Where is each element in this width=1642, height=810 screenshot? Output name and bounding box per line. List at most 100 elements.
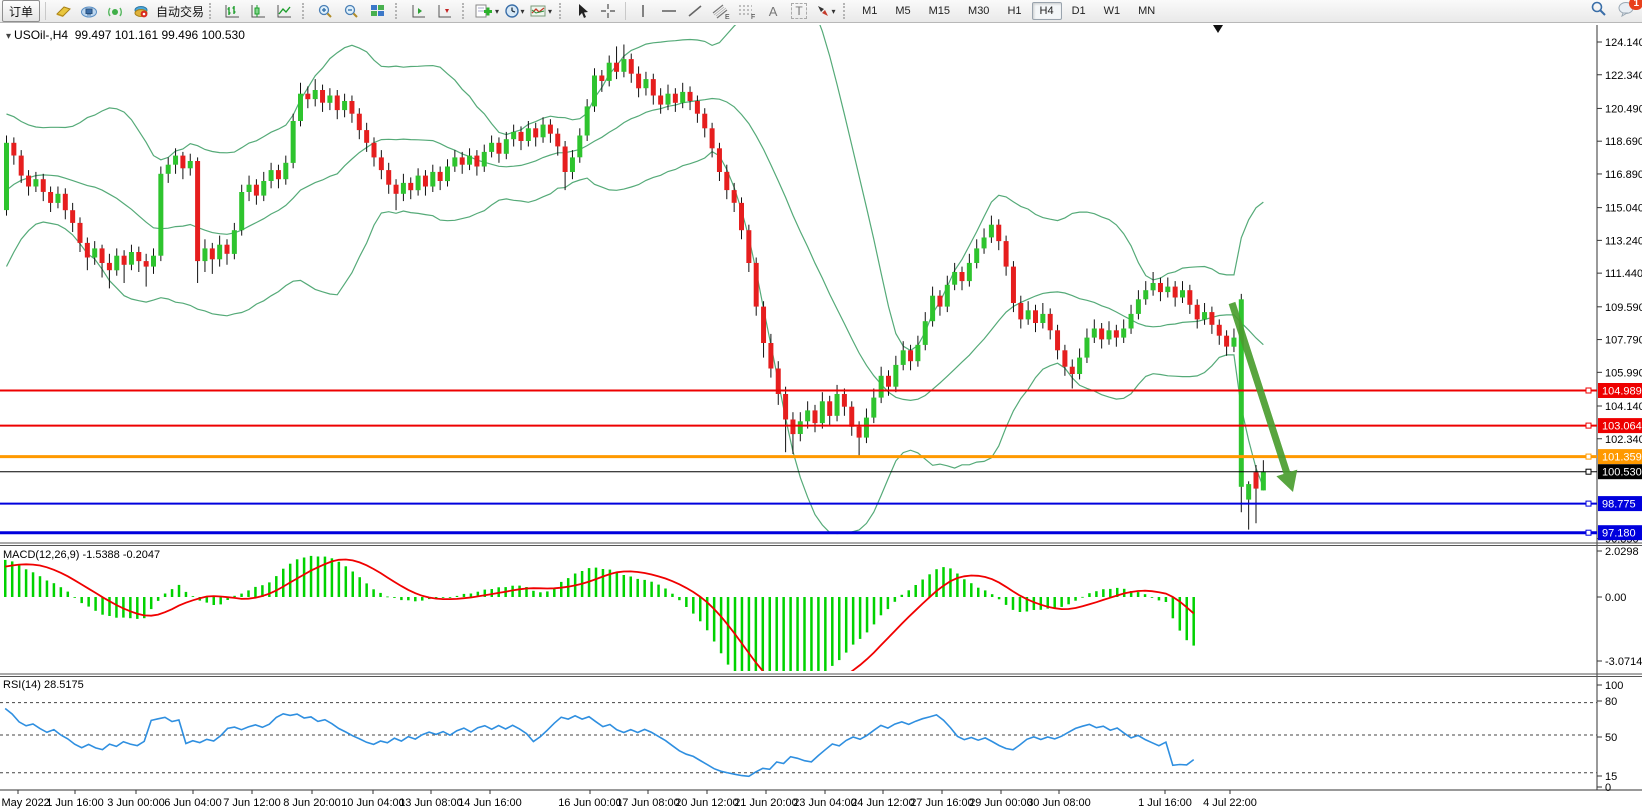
timeframe-button-h4[interactable]: H4 <box>1032 2 1062 20</box>
svg-text:0: 0 <box>1605 782 1611 794</box>
svg-text:24 Jun 12:00: 24 Jun 12:00 <box>851 797 915 809</box>
signal-icon[interactable] <box>103 0 127 22</box>
svg-text:115.040: 115.040 <box>1605 203 1642 215</box>
timeframe-button-m15[interactable]: M15 <box>921 2 958 20</box>
svg-text:100.530: 100.530 <box>1602 467 1642 479</box>
svg-text:118.690: 118.690 <box>1605 136 1642 148</box>
horizontal-line-icon[interactable] <box>657 0 681 22</box>
chart-ohlc-values: 99.497 101.161 99.496 100.530 <box>75 28 245 42</box>
fibonacci-icon[interactable]: F <box>735 0 759 22</box>
toolbar-grip <box>302 3 307 19</box>
timeframe-button-d1[interactable]: D1 <box>1064 2 1094 20</box>
chart-shift-marker[interactable] <box>1213 25 1223 33</box>
macd-signal-line <box>5 560 1194 694</box>
cloud-icon[interactable] <box>77 0 101 22</box>
svg-text:0.00: 0.00 <box>1605 592 1626 604</box>
macd-axis: 2.02980.00-3.0714 <box>1597 546 1642 668</box>
tile-windows-icon[interactable] <box>365 0 389 22</box>
autotrade-label[interactable]: 自动交易 <box>156 3 204 20</box>
svg-text:20 Jun 12:00: 20 Jun 12:00 <box>675 797 739 809</box>
crosshair-icon[interactable] <box>596 0 620 22</box>
macd-indicator-label: MACD(12,26,9) -1.5388 -0.2047 <box>3 549 160 561</box>
channel-sub-letter: E <box>725 14 730 20</box>
svg-text:30 Jun 08:00: 30 Jun 08:00 <box>1027 797 1091 809</box>
timeframe-button-h1[interactable]: H1 <box>999 2 1029 20</box>
rsi-levels <box>0 703 1597 773</box>
text-label-icon[interactable]: T <box>787 0 811 22</box>
svg-text:98.775: 98.775 <box>1602 499 1636 511</box>
chart-symbol-period: USOil-,H4 <box>14 28 68 42</box>
text-icon[interactable]: A <box>761 0 785 22</box>
auto-scroll-icon[interactable] <box>432 0 456 22</box>
autotrade-icon[interactable] <box>129 0 153 22</box>
svg-text:29 Jun 00:00: 29 Jun 00:00 <box>969 797 1033 809</box>
svg-text:104.140: 104.140 <box>1605 401 1642 413</box>
toolbar-grip <box>209 3 214 19</box>
svg-text:14 Jun 16:00: 14 Jun 16:00 <box>458 797 522 809</box>
svg-text:124.140: 124.140 <box>1605 37 1642 49</box>
chat-icon[interactable]: 1 <box>1618 1 1636 22</box>
chevron-down-icon: ▾ <box>495 7 499 16</box>
toolbar-grip <box>462 3 467 19</box>
templates-icon[interactable]: ▾ <box>528 0 553 22</box>
svg-text:107.790: 107.790 <box>1605 335 1642 347</box>
shapes-icon[interactable]: ▾ <box>813 0 837 22</box>
rsi-axis: 1008050150 <box>1597 680 1623 794</box>
svg-text:120.490: 120.490 <box>1605 103 1642 115</box>
chevron-down-icon: ▾ <box>832 7 836 16</box>
svg-text:103.064: 103.064 <box>1602 421 1642 433</box>
new-chart-icon[interactable]: ▾ <box>473 0 500 22</box>
zoom-in-icon[interactable] <box>313 0 337 22</box>
line-chart-icon[interactable] <box>272 0 296 22</box>
svg-text:102.340: 102.340 <box>1605 434 1642 446</box>
svg-text:97.180: 97.180 <box>1602 528 1636 540</box>
svg-text:80: 80 <box>1605 696 1617 708</box>
new-order-button[interactable]: 订单 <box>2 0 40 22</box>
svg-text:100: 100 <box>1605 680 1623 692</box>
main-toolbar: 订单 自动交易 ▾ ▾ <box>0 0 1642 23</box>
timeframe-button-m30[interactable]: M30 <box>960 2 997 20</box>
timeframe-button-w1[interactable]: W1 <box>1096 2 1129 20</box>
svg-text:1 Jul 16:00: 1 Jul 16:00 <box>1138 797 1192 809</box>
journal-icon[interactable] <box>51 0 75 22</box>
symbol-dropdown-icon[interactable]: ▾ <box>6 31 11 42</box>
macd-histogram <box>4 556 1195 700</box>
vertical-line-icon[interactable] <box>631 0 655 22</box>
search-icon[interactable] <box>1590 0 1608 22</box>
timeframe-button-m5[interactable]: M5 <box>887 2 918 20</box>
svg-text:101.359: 101.359 <box>1602 452 1642 464</box>
rsi-line <box>5 709 1194 777</box>
svg-text:17 Jun 08:00: 17 Jun 08:00 <box>616 797 680 809</box>
bar-chart-icon[interactable] <box>220 0 244 22</box>
toolbar-separator <box>45 2 46 20</box>
chart-shift-icon[interactable] <box>406 0 430 22</box>
svg-text:1 Jun 16:00: 1 Jun 16:00 <box>46 797 104 809</box>
fibo-sub-letter: F <box>751 14 755 20</box>
clock-icon[interactable]: ▾ <box>502 0 526 22</box>
notification-badge: 1 <box>1629 0 1642 10</box>
svg-text:3 Jun 00:00: 3 Jun 00:00 <box>107 797 165 809</box>
svg-text:6 Jun 04:00: 6 Jun 04:00 <box>164 797 222 809</box>
horizontal-price-lines[interactable] <box>0 388 1597 535</box>
chevron-down-icon: ▾ <box>548 7 552 16</box>
svg-text:104.989: 104.989 <box>1602 386 1642 398</box>
svg-text:7 Jun 12:00: 7 Jun 12:00 <box>223 797 281 809</box>
time-axis: 31 May 20221 Jun 16:003 Jun 00:006 Jun 0… <box>0 790 1257 809</box>
toolbar-grip <box>395 3 400 19</box>
bollinger-bands <box>7 0 1264 534</box>
svg-text:122.340: 122.340 <box>1605 70 1642 82</box>
chart-canvas[interactable]: 124.140 122.340 120.490 118.690 116.890 115.0… <box>0 0 1642 810</box>
zoom-out-icon[interactable] <box>339 0 363 22</box>
trendline-icon[interactable] <box>683 0 707 22</box>
timeframe-button-m1[interactable]: M1 <box>854 2 885 20</box>
candlestick-icon[interactable] <box>246 0 270 22</box>
svg-text:10 Jun 04:00: 10 Jun 04:00 <box>341 797 405 809</box>
timeframe-button-mn[interactable]: MN <box>1130 2 1163 20</box>
channel-icon[interactable]: E <box>709 0 733 22</box>
svg-text:2.0298: 2.0298 <box>1605 546 1639 558</box>
svg-text:8 Jun 20:00: 8 Jun 20:00 <box>283 797 341 809</box>
svg-text:116.890: 116.890 <box>1605 169 1642 181</box>
svg-text:13 Jun 08:00: 13 Jun 08:00 <box>399 797 463 809</box>
chevron-down-icon: ▾ <box>521 7 525 16</box>
cursor-icon[interactable] <box>570 0 594 22</box>
